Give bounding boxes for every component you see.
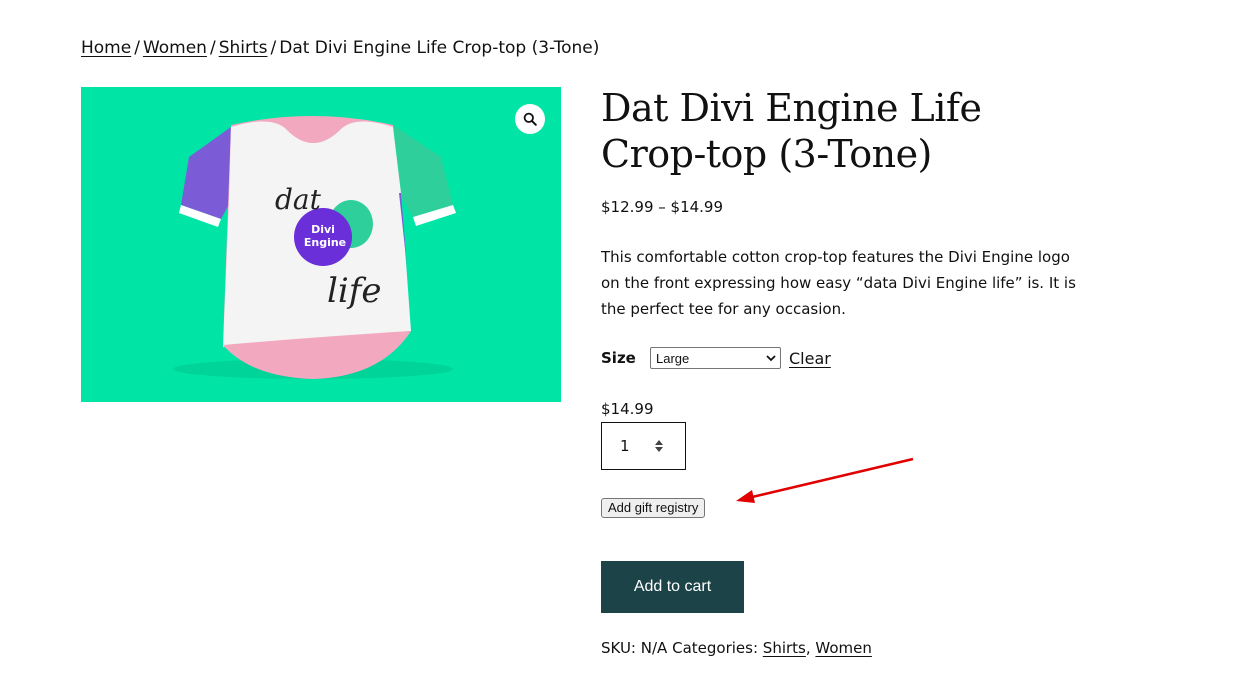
spin-down-icon[interactable] xyxy=(655,447,663,452)
product-meta: SKU: N/A Categories: Shirts, Women xyxy=(601,639,872,657)
chevron-down-icon xyxy=(766,354,776,361)
breadcrumb-home-link[interactable]: Home xyxy=(81,38,131,58)
tshirt-illustration: Divi Engine dat life xyxy=(173,116,456,379)
size-label: Size xyxy=(601,349,636,367)
category-link-women[interactable]: Women xyxy=(815,639,871,657)
annotation-arrow xyxy=(736,457,914,503)
quantity-stepper[interactable]: 1 xyxy=(601,422,686,470)
quantity-value: 1 xyxy=(620,437,630,455)
size-select[interactable]: Large xyxy=(650,347,781,369)
breadcrumb-separator: / xyxy=(134,38,140,58)
breadcrumb-women-link[interactable]: Women xyxy=(143,38,207,58)
breadcrumb-current: Dat Divi Engine Life Crop-top (3-Tone) xyxy=(279,38,600,58)
add-gift-registry-button[interactable]: Add gift registry xyxy=(601,498,706,518)
shirt-graphic-divi: Divi xyxy=(311,223,335,236)
product-image[interactable]: Divi Engine dat life xyxy=(81,87,561,402)
sku-label: SKU: xyxy=(601,639,636,657)
zoom-button[interactable] xyxy=(515,104,545,134)
breadcrumb: Home / Women / Shirts / Dat Divi Engine Life C… xyxy=(81,37,599,59)
add-to-cart-button[interactable]: Add to cart xyxy=(601,561,744,613)
shirt-graphic-dat: dat xyxy=(275,183,322,216)
categories-label: Categories: xyxy=(672,639,759,657)
clear-link[interactable]: Clear xyxy=(789,349,831,368)
price-range: $12.99 – $14.99 xyxy=(601,198,724,216)
product-summary: Dat Divi Engine Life Crop-top (3-Tone) $… xyxy=(601,85,1091,657)
size-variation-row: Size Large Clear xyxy=(601,347,831,369)
sku-value: N/A xyxy=(640,639,668,657)
product-title: Dat Divi Engine Life Crop-top (3-Tone) xyxy=(601,86,982,176)
variation-price: $14.99 xyxy=(601,400,654,418)
breadcrumb-separator: / xyxy=(270,38,277,58)
product-description: This comfortable cotton crop-top feature… xyxy=(601,248,1076,318)
size-selected-value: Large xyxy=(656,350,690,366)
shirt-graphic-engine: Engine xyxy=(304,236,346,249)
spin-up-icon[interactable] xyxy=(655,440,663,445)
category-link-shirts[interactable]: Shirts xyxy=(763,639,806,657)
breadcrumb-separator: / xyxy=(209,38,216,58)
shirt-graphic-life: life xyxy=(327,271,381,311)
breadcrumb-shirts-link[interactable]: Shirts xyxy=(219,38,268,58)
category-separator: , xyxy=(805,639,811,657)
magnifier-icon xyxy=(523,112,537,126)
quantity-spinner[interactable] xyxy=(655,440,663,452)
